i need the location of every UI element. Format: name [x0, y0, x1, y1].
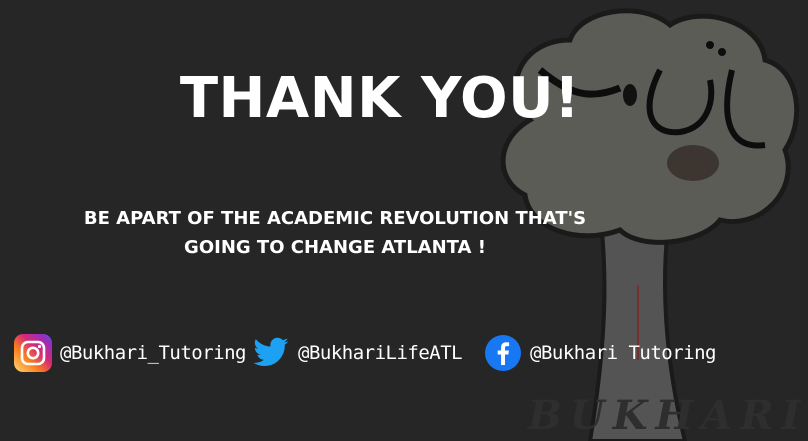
facebook-handle: @Bukhari Tutoring [530, 342, 716, 364]
twitter-link[interactable]: @BukhariLifeATL [252, 332, 463, 374]
subtitle-line-2: GOING TO CHANGE ATLANTA ! [184, 237, 486, 258]
twitter-icon [252, 334, 290, 372]
logo-wordmark: BUKHARI [528, 392, 808, 439]
social-links: @Bukhari_Tutoring @BukhariLifeATL @Bukha… [0, 332, 808, 374]
facebook-icon [484, 334, 522, 372]
subtitle-line-1: BE APART OF THE ACADEMIC REVOLUTION THAT… [83, 208, 587, 229]
facebook-link[interactable]: @Bukhari Tutoring [484, 332, 716, 374]
instagram-icon [14, 334, 52, 372]
twitter-handle: @BukhariLifeATL [298, 342, 463, 364]
instagram-link[interactable]: @Bukhari_Tutoring [14, 332, 246, 374]
page-title: THANK YOU! [179, 66, 581, 131]
subtitle: BE APART OF THE ACADEMIC REVOLUTION THAT… [40, 204, 630, 262]
instagram-handle: @Bukhari_Tutoring [60, 342, 246, 364]
slide: THANK YOU! BE APART OF THE ACADEMIC REVO… [0, 0, 808, 441]
